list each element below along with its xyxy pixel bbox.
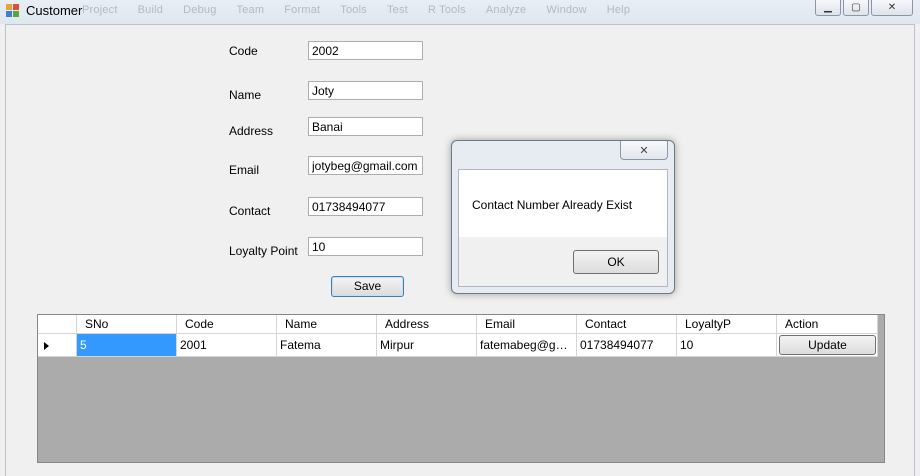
save-button[interactable]: Save [331, 276, 404, 297]
menu-window: Window [546, 4, 587, 16]
cell-address[interactable]: Mirpur [377, 334, 477, 357]
menu-project: Project [82, 4, 118, 16]
loyalty-point-label: Loyalty Point [229, 244, 298, 258]
row-header[interactable] [38, 334, 77, 357]
maximize-button[interactable]: ▢ [843, 0, 869, 16]
cell-action: Update [777, 334, 878, 357]
menu-debug: Debug [183, 4, 217, 16]
menu-format: Format [284, 4, 321, 16]
dialog-close-button[interactable]: ✕ [620, 141, 668, 160]
cell-code[interactable]: 2001 [177, 334, 277, 357]
column-header-address[interactable]: Address [377, 315, 477, 334]
column-header-sno[interactable]: SNo [77, 315, 177, 334]
menu-rtools: R Tools [427, 4, 466, 16]
cell-sno[interactable]: 5 [77, 334, 177, 357]
cell-contact[interactable]: 01738494077 [577, 334, 677, 357]
name-input[interactable] [308, 81, 423, 100]
email-label: Email [229, 163, 260, 177]
cell-name[interactable]: Fatema [277, 334, 377, 357]
email-input[interactable] [308, 156, 423, 175]
minimize-button[interactable]: ▁ [815, 0, 841, 16]
customer-grid[interactable]: SNo Code Name Address Email Contact Loya… [37, 314, 885, 463]
title-bar: Customer Project Build Debug Team Format Tool… [0, 0, 920, 25]
menu-test: Test [386, 4, 408, 16]
name-label: Name [229, 88, 262, 102]
window-frame-left [0, 24, 6, 476]
code-input[interactable] [308, 41, 423, 60]
grid-corner[interactable] [38, 315, 77, 334]
code-label: Code [229, 44, 258, 58]
window-frame-right [914, 24, 920, 476]
grid-header: SNo Code Name Address Email Contact Loya… [38, 315, 878, 334]
cell-email[interactable]: fatemabeg@gmai... [477, 334, 577, 357]
column-header-loyalty[interactable]: LoyaltyP [677, 315, 777, 334]
window-title: Customer [26, 3, 83, 18]
background-menu-bar: Project Build Debug Team Format Tools Test R To… [82, 4, 650, 16]
dialog-message-area: Contact Number Already Exist [459, 170, 667, 237]
close-button[interactable]: ✕ [871, 0, 913, 16]
menu-analyze: Analyze [485, 4, 527, 16]
contact-label: Contact [229, 204, 271, 218]
window-controls: ▁ ▢ ✕ [815, 0, 913, 17]
address-label: Address [229, 124, 274, 138]
dialog-message: Contact Number Already Exist [472, 198, 633, 212]
ok-button[interactable]: OK [573, 250, 659, 274]
contact-input[interactable] [308, 197, 423, 216]
column-header-email[interactable]: Email [477, 315, 577, 334]
update-button[interactable]: Update [779, 335, 876, 355]
app-icon [6, 4, 20, 18]
address-input[interactable] [308, 117, 423, 136]
column-header-action[interactable]: Action [777, 315, 878, 334]
menu-tools: Tools [340, 4, 367, 16]
loyalty-point-input[interactable] [308, 237, 423, 256]
menu-help: Help [606, 4, 631, 16]
column-header-contact[interactable]: Contact [577, 315, 677, 334]
dialog-body: Contact Number Already Exist OK [458, 169, 668, 287]
menu-team: Team [236, 4, 265, 16]
message-dialog: ✕ Contact Number Already Exist OK [451, 140, 675, 294]
column-header-name[interactable]: Name [277, 315, 377, 334]
current-row-arrow-icon [44, 342, 49, 350]
column-header-code[interactable]: Code [177, 315, 277, 334]
cell-loyalty[interactable]: 10 [677, 334, 777, 357]
menu-build: Build [137, 4, 164, 16]
table-row[interactable]: 5 2001 Fatema Mirpur fatemabeg@gmai... 0… [38, 334, 878, 357]
